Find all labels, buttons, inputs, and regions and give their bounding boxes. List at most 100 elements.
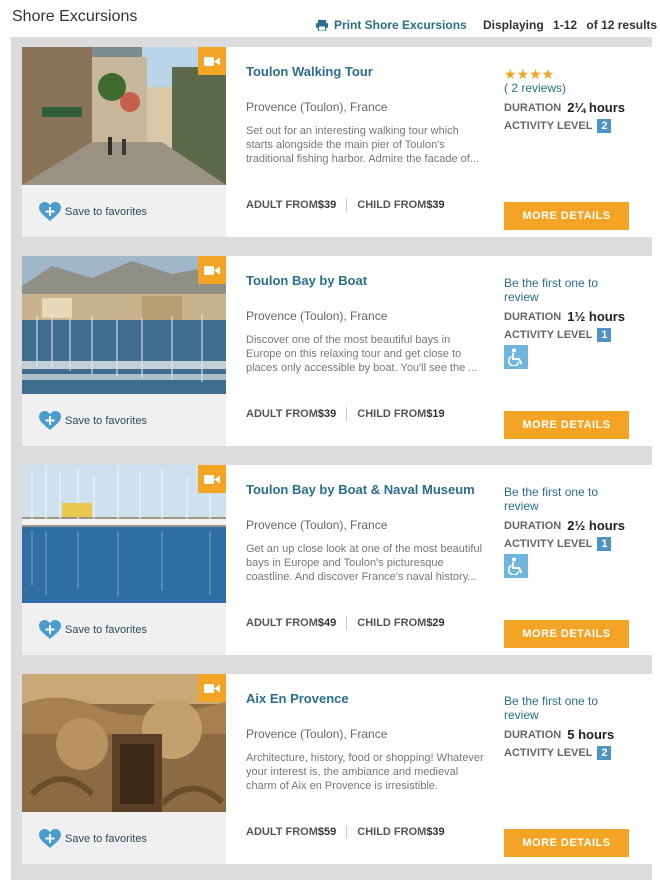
excursion-description: Get an up close look at one of the most … [246, 543, 483, 583]
duration-label: DURATION [504, 310, 562, 323]
more-details-button[interactable]: MORE DETAILS [504, 202, 629, 230]
excursion-description: Set out for an interesting walking tour … [246, 125, 479, 165]
duration-value: 1½ hours [567, 309, 626, 324]
video-badge[interactable] [198, 256, 226, 284]
favorites-area: Save to favorites [22, 812, 226, 864]
child-price-label: CHILD FROM [357, 408, 427, 420]
activity-level-badge: 1 [597, 537, 612, 551]
activity-level-badge: 2 [597, 746, 612, 760]
activity-level-row: ACTIVITY LEVEL 2 [504, 746, 612, 760]
favorites-area: Save to favorites [22, 603, 226, 655]
excursion-card: Save to favorites Toulon Bay by Boat Pro… [22, 256, 653, 446]
first-review-link[interactable]: Be the first one to review [504, 276, 624, 304]
adult-price: $59 [317, 826, 337, 838]
duration-label: DURATION [504, 728, 562, 741]
duration-label: DURATION [504, 519, 562, 532]
page-title: Shore Excursions [12, 8, 138, 25]
printer-icon [316, 19, 328, 31]
excursion-card: Save to favorites Toulon Walking Tour Pr… [22, 47, 653, 237]
price-divider [346, 407, 348, 421]
activity-level-row: ACTIVITY LEVEL 1 [504, 328, 612, 342]
adult-price-label: ADULT FROM [246, 617, 318, 629]
save-to-favorites-label[interactable]: Save to favorites [65, 833, 147, 845]
displaying-label: Displaying [483, 18, 544, 32]
excursion-location: Provence (Toulon), France [246, 727, 388, 741]
excursion-prices: ADULT FROM $59 CHILD FROM $39 [246, 825, 445, 839]
save-to-favorites-button[interactable]: Save to favorites [39, 620, 147, 640]
activity-level-row: ACTIVITY LEVEL 1 [504, 537, 612, 551]
excursion-card: Save to favorites Toulon Bay by Boat & N… [22, 465, 653, 655]
more-details-button[interactable]: MORE DETAILS [504, 411, 629, 439]
excursion-location: Provence (Toulon), France [246, 309, 388, 323]
child-price: $19 [426, 408, 445, 420]
wheelchair-icon [507, 557, 523, 575]
excursion-list: Save to favorites Toulon Walking Tour Pr… [11, 37, 653, 880]
more-details-button[interactable]: MORE DETAILS [504, 620, 629, 648]
video-badge[interactable] [198, 465, 226, 493]
duration-value: 2½ hours [567, 518, 626, 533]
results-count: Displaying 1-12 of 12 results [483, 18, 657, 32]
excursion-photo[interactable] [22, 47, 226, 185]
save-to-favorites-label[interactable]: Save to favorites [65, 415, 147, 427]
save-to-favorites-button[interactable]: Save to favorites [39, 411, 147, 431]
excursion-prices: ADULT FROM $39 CHILD FROM $19 [246, 407, 445, 421]
adult-price-label: ADULT FROM [246, 826, 318, 838]
excursion-description: Architecture, history, food or shopping!… [246, 752, 484, 792]
reviews-link[interactable]: ( 2 reviews) [504, 81, 566, 95]
print-excursions-link[interactable]: Print Shore Excursions [316, 18, 467, 32]
activity-level-badge: 1 [597, 328, 612, 342]
adult-price-label: ADULT FROM [246, 199, 318, 211]
video-camera-icon [204, 683, 220, 693]
save-to-favorites-label[interactable]: Save to favorites [65, 206, 147, 218]
excursion-photo[interactable] [22, 465, 226, 603]
duration-row: DURATION 2½ hours [504, 518, 625, 533]
print-excursions-label[interactable]: Print Shore Excursions [334, 18, 467, 32]
page-header: Shore Excursions Print Shore Excursions … [0, 0, 660, 36]
video-camera-icon [204, 56, 220, 66]
activity-level-badge: 2 [597, 119, 612, 133]
activity-level-row: ACTIVITY LEVEL 2 [504, 119, 612, 133]
wheelchair-accessible-badge [504, 554, 528, 578]
duration-value: 2¼ hours [567, 100, 626, 115]
heart-plus-icon [39, 411, 61, 430]
favorites-area: Save to favorites [22, 185, 226, 237]
video-badge[interactable] [198, 47, 226, 75]
heart-plus-icon [39, 829, 61, 848]
results-total: of 12 results [586, 18, 658, 32]
excursion-prices: ADULT FROM $49 CHILD FROM $29 [246, 616, 445, 630]
activity-level-label: ACTIVITY LEVEL [504, 120, 593, 132]
activity-level-label: ACTIVITY LEVEL [504, 538, 593, 550]
excursion-title[interactable]: Toulon Walking Tour [246, 64, 486, 79]
first-review-link[interactable]: Be the first one to review [504, 485, 624, 513]
adult-price: $49 [317, 617, 337, 629]
price-divider [346, 825, 348, 839]
save-to-favorites-button[interactable]: Save to favorites [39, 829, 147, 849]
adult-price-label: ADULT FROM [246, 408, 318, 420]
save-to-favorites-label[interactable]: Save to favorites [65, 624, 147, 636]
excursion-title[interactable]: Toulon Bay by Boat & Naval Museum [246, 482, 486, 497]
excursion-prices: ADULT FROM $39 CHILD FROM $39 [246, 198, 445, 212]
duration-row: DURATION 1½ hours [504, 309, 625, 324]
excursion-title[interactable]: Toulon Bay by Boat [246, 273, 486, 288]
price-divider [346, 198, 348, 212]
save-to-favorites-button[interactable]: Save to favorites [39, 202, 147, 222]
child-price-label: CHILD FROM [357, 826, 427, 838]
activity-level-label: ACTIVITY LEVEL [504, 747, 593, 759]
video-camera-icon [204, 474, 220, 484]
video-camera-icon [204, 265, 220, 275]
video-badge[interactable] [198, 674, 226, 702]
excursion-photo[interactable] [22, 256, 226, 394]
more-details-button[interactable]: MORE DETAILS [504, 829, 629, 857]
price-divider [346, 616, 348, 630]
excursion-location: Provence (Toulon), France [246, 518, 388, 532]
excursion-title[interactable]: Aix En Provence [246, 691, 486, 706]
child-price-label: CHILD FROM [357, 617, 427, 629]
first-review-link[interactable]: Be the first one to review [504, 694, 624, 722]
adult-price: $39 [317, 199, 337, 211]
duration-row: DURATION 5 hours [504, 727, 614, 742]
heart-plus-icon [39, 202, 61, 221]
duration-label: DURATION [504, 101, 562, 114]
excursion-description: Discover one of the most beautiful bays … [246, 334, 478, 374]
adult-price: $39 [317, 408, 337, 420]
excursion-photo[interactable] [22, 674, 226, 812]
